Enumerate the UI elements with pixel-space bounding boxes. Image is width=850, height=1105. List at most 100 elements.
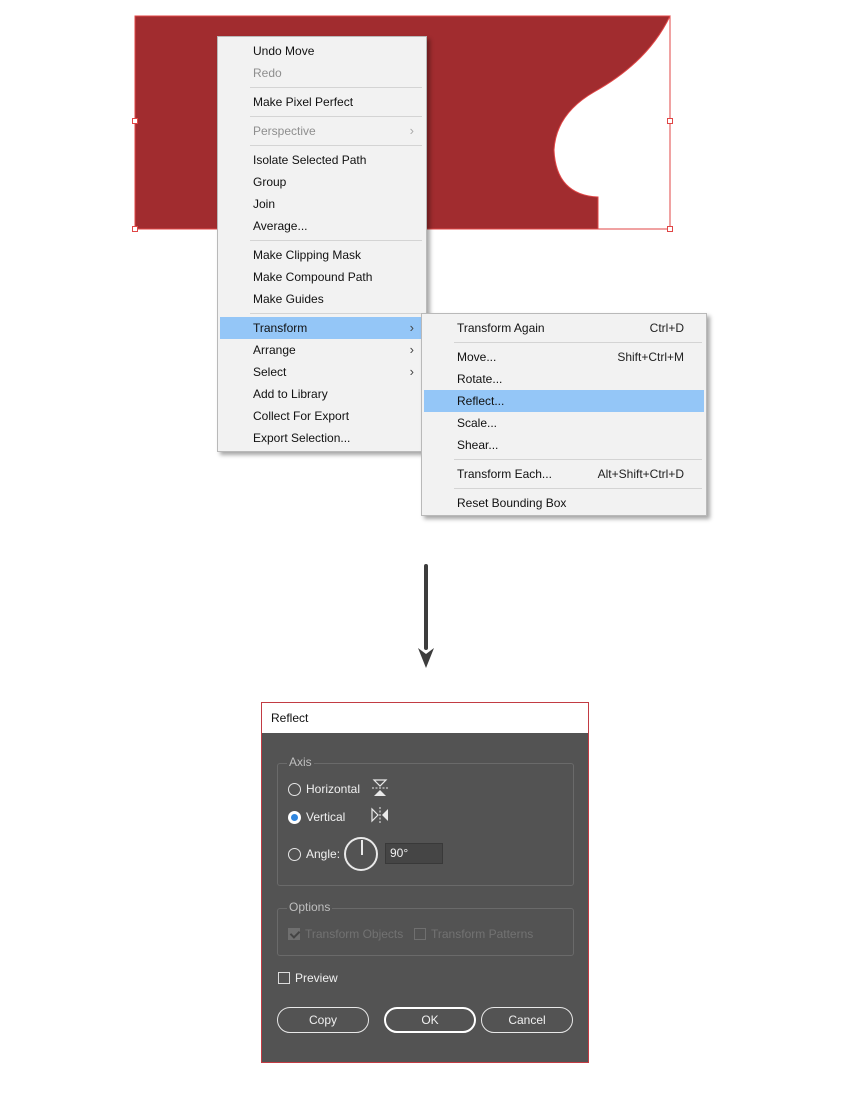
chevron-right-icon: › [409, 342, 414, 357]
menu-item-label: Average... [253, 219, 308, 233]
menu-separator [250, 240, 422, 241]
menu-item-average[interactable]: Average... [220, 215, 424, 237]
menu-item-label: Make Clipping Mask [253, 248, 362, 262]
reflect-vertical-icon [371, 807, 388, 823]
menu-item-redo: Redo [220, 62, 424, 84]
ok-button[interactable]: OK [384, 1007, 476, 1033]
axis-group: Axis Horizontal Vertical Angle: 90° [277, 755, 574, 886]
angle-dial-icon[interactable] [344, 837, 378, 871]
reflect-horizontal-icon [372, 779, 388, 796]
transform-objects-checkbox [288, 927, 300, 940]
menu-separator [250, 313, 422, 314]
selection-handle-mid-left[interactable] [132, 118, 138, 124]
cancel-button[interactable]: Cancel [481, 1007, 573, 1033]
menu-item-label: Add to Library [253, 387, 328, 401]
options-group: Options Transform Objects Transform Patt… [277, 900, 574, 956]
menu-item-label: Group [253, 175, 287, 189]
menu-item-perspective: Perspective › [220, 120, 424, 142]
menu-item-label: Transform Again [457, 321, 545, 335]
chevron-right-icon: › [409, 364, 414, 379]
menu-item-label: Select [253, 365, 287, 379]
submenu-item-transform-each[interactable]: Transform Each... Alt+Shift+Ctrl+D [424, 463, 704, 485]
menu-item-label: Make Guides [253, 292, 324, 306]
angle-input[interactable]: 90° [385, 843, 443, 864]
submenu-item-shear[interactable]: Shear... [424, 434, 704, 456]
angle-radio[interactable] [288, 847, 301, 861]
menu-item-arrange[interactable]: Arrange › [220, 339, 424, 361]
menu-item-label: Make Compound Path [253, 270, 373, 284]
menu-item-label: Isolate Selected Path [253, 153, 367, 167]
menu-item-label: Make Pixel Perfect [253, 95, 354, 109]
angle-option[interactable]: Angle: [288, 845, 340, 863]
submenu-item-rotate[interactable]: Rotate... [424, 368, 704, 390]
horizontal-radio[interactable] [288, 782, 301, 796]
menu-item-make-guides[interactable]: Make Guides [220, 288, 424, 310]
menu-separator [454, 488, 702, 489]
menu-item-shortcut: Ctrl+D [649, 321, 684, 335]
menu-item-label: Transform [253, 321, 308, 335]
menu-item-shortcut: Shift+Ctrl+M [617, 350, 684, 364]
selection-handle-mid-right[interactable] [667, 118, 673, 124]
menu-item-label: Perspective [253, 124, 316, 138]
menu-item-transform[interactable]: Transform › [220, 317, 424, 339]
menu-item-label: Reset Bounding Box [457, 496, 567, 510]
menu-item-isolate-selected-path[interactable]: Isolate Selected Path [220, 149, 424, 171]
reflect-dialog: Reflect Axis Horizontal Vertical Angle: … [261, 702, 589, 1063]
transform-patterns-label: Transform Patterns [431, 926, 534, 941]
menu-item-select[interactable]: Select › [220, 361, 424, 383]
menu-item-group[interactable]: Group [220, 171, 424, 193]
menu-item-add-to-library[interactable]: Add to Library [220, 383, 424, 405]
transform-patterns-checkbox [414, 927, 426, 940]
submenu-item-reset-bounding-box[interactable]: Reset Bounding Box [424, 492, 704, 514]
horizontal-label: Horizontal [306, 782, 361, 796]
submenu-item-reflect[interactable]: Reflect... [424, 390, 704, 412]
submenu-item-scale[interactable]: Scale... [424, 412, 704, 434]
preview-checkbox[interactable] [278, 972, 290, 984]
axis-group-label: Axis [287, 755, 314, 769]
menu-item-label: Shear... [457, 438, 499, 452]
menu-item-make-clipping-mask[interactable]: Make Clipping Mask [220, 244, 424, 266]
transform-objects-option: Transform Objects [288, 925, 403, 943]
options-group-label: Options [287, 900, 333, 914]
vertical-option[interactable]: Vertical [288, 808, 345, 826]
horizontal-option[interactable]: Horizontal [288, 780, 360, 798]
vertical-label: Vertical [306, 810, 346, 824]
menu-item-make-pixel-perfect[interactable]: Make Pixel Perfect [220, 91, 424, 113]
menu-separator [250, 145, 422, 146]
menu-item-label: Transform Each... [457, 467, 552, 481]
menu-item-label: Move... [457, 350, 497, 364]
angle-label: Angle: [306, 847, 341, 861]
menu-item-collect-for-export[interactable]: Collect For Export [220, 405, 424, 427]
vertical-radio[interactable] [288, 810, 301, 824]
menu-item-label: Collect For Export [253, 409, 350, 423]
transform-objects-label: Transform Objects [305, 926, 404, 941]
menu-item-label: Redo [253, 66, 282, 80]
menu-item-label: Join [253, 197, 276, 211]
menu-item-undo-move[interactable]: Undo Move [220, 40, 424, 62]
menu-item-label: Scale... [457, 416, 498, 430]
menu-separator [454, 459, 702, 460]
preview-option[interactable]: Preview [278, 970, 338, 986]
menu-item-label: Export Selection... [253, 431, 351, 445]
menu-separator [250, 116, 422, 117]
menu-item-export-selection[interactable]: Export Selection... [220, 427, 424, 449]
down-arrow-icon [418, 564, 434, 668]
menu-item-label: Rotate... [457, 372, 503, 386]
selection-handle-bottom-right[interactable] [667, 226, 673, 232]
dialog-title: Reflect [262, 703, 588, 733]
menu-item-shortcut: Alt+Shift+Ctrl+D [597, 467, 684, 481]
submenu-item-move[interactable]: Move... Shift+Ctrl+M [424, 346, 704, 368]
copy-button[interactable]: Copy [277, 1007, 369, 1033]
preview-label: Preview [295, 971, 338, 985]
transform-patterns-option: Transform Patterns [414, 925, 533, 943]
menu-item-label: Reflect... [457, 394, 505, 408]
chevron-right-icon: › [409, 123, 414, 138]
menu-separator [250, 87, 422, 88]
chevron-right-icon: › [409, 320, 414, 335]
selection-handle-bottom-left[interactable] [132, 226, 138, 232]
submenu-item-transform-again[interactable]: Transform Again Ctrl+D [424, 317, 704, 339]
menu-item-join[interactable]: Join [220, 193, 424, 215]
menu-separator [454, 342, 702, 343]
context-menu: Undo Move Redo Make Pixel Perfect Perspe… [217, 36, 427, 452]
menu-item-make-compound-path[interactable]: Make Compound Path [220, 266, 424, 288]
